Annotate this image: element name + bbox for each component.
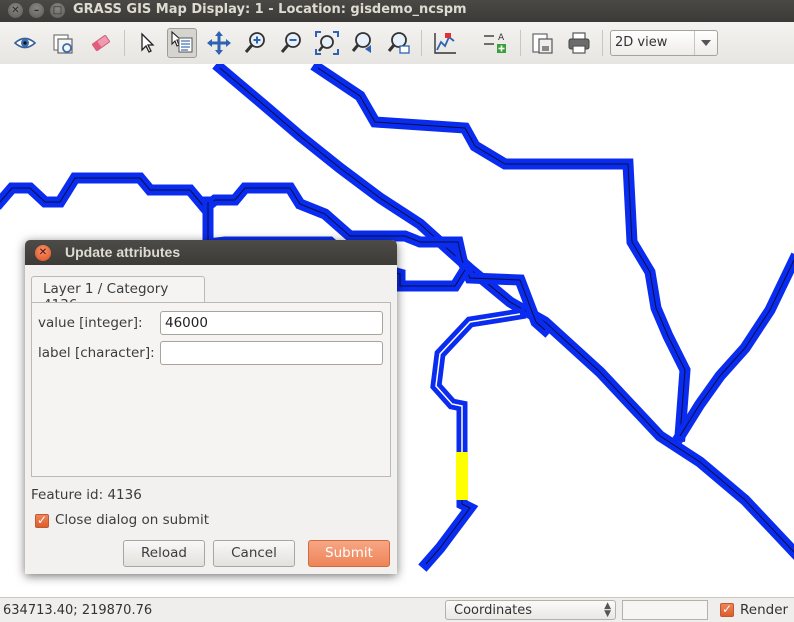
overlay-button[interactable]: A [480,28,510,58]
feature-id-text: Feature id: 4136 [31,487,142,503]
analyze-button[interactable] [430,28,460,58]
spin-arrows-icon: ▲ ▼ [604,601,611,619]
coordinates-readout: 634713.40; 219870.76 [3,603,153,618]
label-input[interactable] [160,341,383,365]
toolbar-separator [124,30,125,56]
zoom-out-button[interactable] [276,28,306,58]
statusbar-mode-select[interactable]: Coordinates ▲ ▼ [445,600,616,620]
render-icon [53,34,73,54]
window-maximize-button[interactable]: □ [50,3,65,18]
analyze-icon [434,33,456,54]
erase-display-button[interactable] [86,28,116,58]
dialog-title: Update attributes [65,244,181,260]
zoom-in-button[interactable] [240,28,270,58]
dropdown-arrow-icon [694,31,717,55]
view-mode-value: 2D view [615,35,668,50]
zoom-extent-icon [315,31,339,55]
title-bar: ✕ – □ GRASS GIS Map Display: 1 - Locatio… [0,0,794,22]
reload-button[interactable]: Reload [123,540,205,567]
pan-button[interactable] [204,28,234,58]
save-icon [532,33,553,54]
zoom-menu-button[interactable] [384,28,414,58]
pan-icon [207,31,231,55]
render-map-button[interactable] [48,28,78,58]
minimize-icon: – [34,5,39,16]
value-field-label: value [integer]: [38,315,143,331]
submit-button[interactable]: Submit [308,540,390,567]
zoom-in-icon [244,32,265,53]
save-button[interactable] [528,28,558,58]
highlighted-segment [456,452,468,500]
status-bar: 634713.40; 219870.76 Coordinates ▲ ▼ ✓ Re… [0,597,794,622]
window-close-button[interactable]: ✕ [8,3,23,18]
pointer-icon [141,32,155,53]
print-button[interactable] [564,28,594,58]
display-map-button[interactable] [10,28,40,58]
zoom-back-button[interactable] [348,28,378,58]
pointer-button[interactable] [132,28,162,58]
checkmark-icon: ✓ [721,602,733,616]
close-icon: ✕ [11,5,20,16]
toolbar-separator [602,30,603,56]
query-button[interactable] [167,28,197,58]
zoom-menu-icon [387,32,410,54]
statusbar-mode-value: Coordinates [454,603,533,618]
display-icon [13,37,37,49]
query-icon [171,30,193,53]
dialog-close-button[interactable]: ✕ [35,245,51,261]
zoom-out-icon [280,32,301,53]
close-on-submit-label[interactable]: Close dialog on submit [55,512,209,528]
checkmark-icon: ✓ [36,513,48,527]
view-mode-select[interactable]: 2D view [610,30,718,56]
selected-feature-line [435,313,521,456]
window-title: GRASS GIS Map Display: 1 - Location: gis… [73,2,467,17]
update-attributes-dialog: ✕ Update attributes Layer 1 / Category 4… [25,240,397,574]
zoom-back-icon [351,32,371,53]
tab-layer-category[interactable]: Layer 1 / Category 4136 [31,276,205,313]
attributes-panel: value [integer]: label [character]: [31,302,391,477]
window-minimize-button[interactable]: – [29,3,44,18]
road-line [418,307,527,572]
road-line [672,252,794,444]
dialog-title-bar: ✕ Update attributes [25,240,397,265]
zoom-extent-button[interactable] [312,28,342,58]
value-input[interactable] [160,311,383,335]
print-icon [568,32,590,54]
close-on-submit-checkbox[interactable]: ✓ [35,513,49,528]
svg-text:A: A [498,33,505,43]
map-toolbar: A 2D view [0,22,794,65]
maximize-icon: □ [52,5,63,16]
render-checkbox[interactable]: ✓ [720,602,734,617]
toolbar-separator [421,30,422,56]
toolbar-separator [520,30,521,56]
erase-icon [92,35,110,51]
overlay-icon: A [484,33,506,53]
render-label[interactable]: Render [740,602,788,618]
close-icon: ✕ [38,247,48,258]
statusbar-field[interactable] [622,600,708,620]
label-field-label: label [character]: [38,345,155,361]
cancel-button[interactable]: Cancel [213,540,295,567]
